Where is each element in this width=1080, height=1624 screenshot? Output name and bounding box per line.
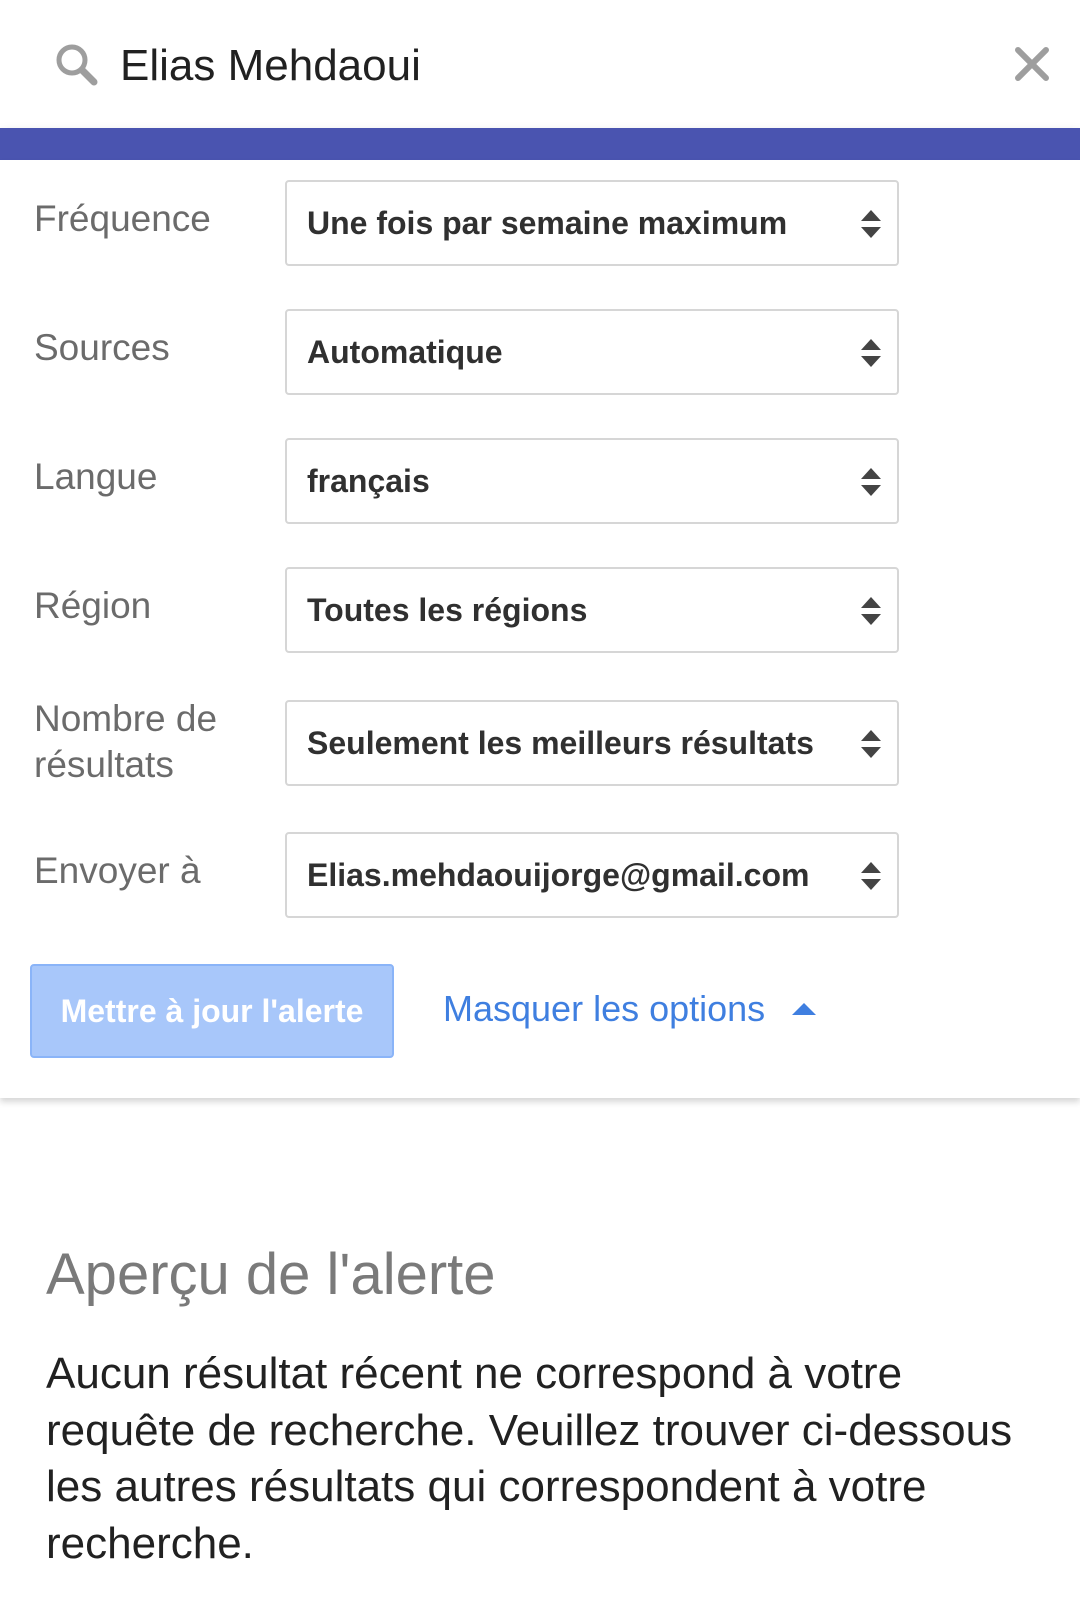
select-arrows-icon (861, 862, 881, 890)
option-label: Envoyer à (34, 850, 201, 891)
hide-options-link[interactable]: Masquer les options (443, 986, 765, 1032)
update-alert-button[interactable]: Mettre à jour l'alerte (30, 964, 394, 1058)
nombre-resultats-select[interactable]: Seulement les meilleurs résultats (285, 700, 899, 786)
header-accent-bar (0, 128, 1080, 160)
select-arrows-icon (861, 468, 881, 496)
select-value: Seulement les meilleurs résultats (307, 725, 814, 761)
select-value: français (307, 463, 430, 499)
select-arrows-icon (861, 339, 881, 367)
select-value: Toutes les régions (307, 592, 588, 628)
sources-select[interactable]: Automatique (285, 309, 899, 395)
preview-title: Aperçu de l'alerte (46, 1242, 496, 1307)
option-label: Région (34, 585, 152, 626)
select-value: Une fois par semaine maximum (307, 205, 788, 241)
select-value: Elias.mehdaouijorge@gmail.com (307, 857, 810, 893)
caret-up-icon[interactable] (790, 1000, 818, 1018)
envoyer-select[interactable]: Elias.mehdaouijorge@gmail.com (285, 832, 899, 918)
langue-select[interactable]: français (285, 438, 899, 524)
search-bar: Elias Mehdaoui (0, 0, 1080, 128)
alert-options-panel: Fréquence Une fois par semaine maximum S… (0, 160, 1080, 1098)
search-input[interactable]: Elias Mehdaoui (120, 40, 421, 92)
option-label: Nombre de résultats (34, 698, 218, 785)
select-arrows-icon (861, 730, 881, 758)
select-arrows-icon (861, 210, 881, 238)
region-select[interactable]: Toutes les régions (285, 567, 899, 653)
close-icon[interactable] (1012, 44, 1052, 84)
frequence-select[interactable]: Une fois par semaine maximum (285, 180, 899, 266)
search-icon (56, 44, 98, 86)
option-label: Sources (34, 327, 170, 368)
option-label: Langue (34, 456, 158, 497)
option-label: Fréquence (34, 198, 211, 239)
preview-message: Aucun résultat récent ne correspond à vo… (46, 1349, 1013, 1568)
select-value: Automatique (307, 334, 503, 370)
select-arrows-icon (861, 597, 881, 625)
